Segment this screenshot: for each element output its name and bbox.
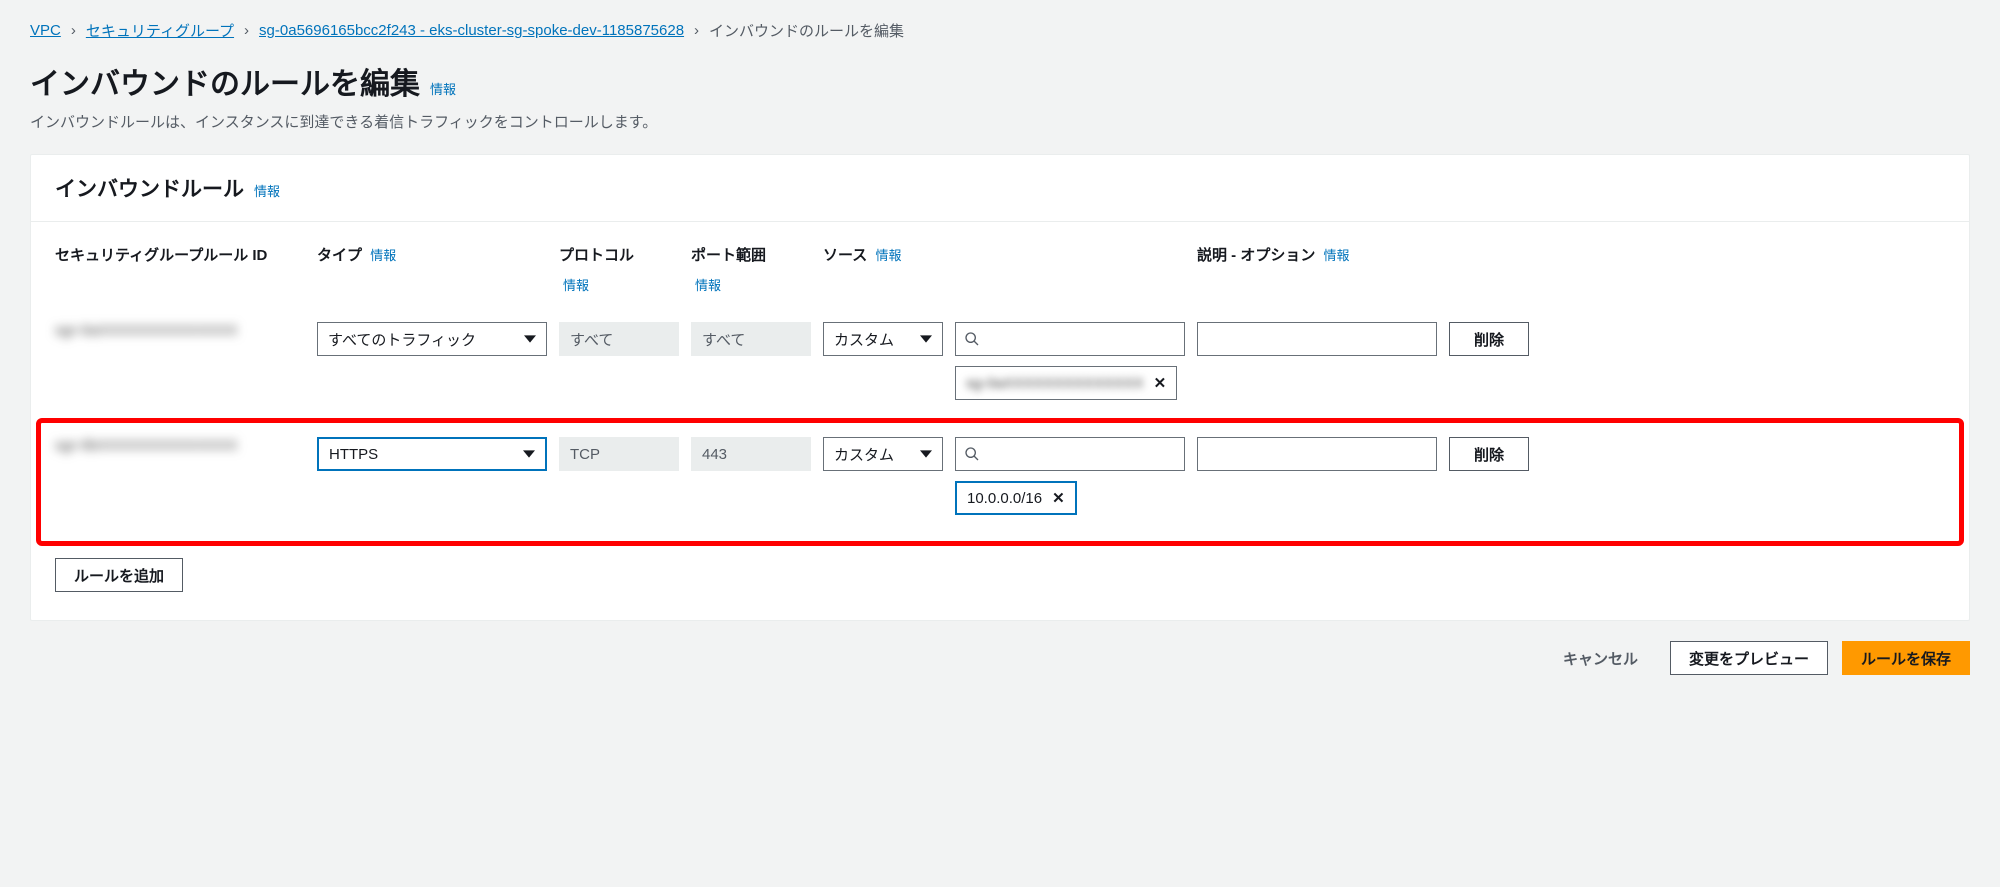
source-chip-label: 10.0.0.0/16: [967, 490, 1042, 507]
page-title: インバウンドのルールを編集: [30, 59, 420, 103]
type-select[interactable]: HTTPS: [317, 437, 547, 471]
delete-rule-button[interactable]: 削除: [1449, 322, 1529, 356]
source-mode-select[interactable]: カスタム: [823, 437, 943, 471]
description-input[interactable]: [1197, 437, 1437, 471]
port-range-readonly: 443: [691, 437, 811, 471]
source-mode-value: カスタム: [834, 444, 894, 465]
col-type: タイプ 情報: [317, 244, 547, 265]
source-mode-value: カスタム: [834, 329, 894, 350]
source-cell: sg-0aXXXXXXXXXXXXXX ✕: [955, 322, 1185, 400]
chevron-right-icon: ›: [244, 22, 249, 39]
type-select[interactable]: すべてのトラフィック: [317, 322, 547, 356]
col-source: ソース 情報: [823, 244, 943, 265]
caret-down-icon: [920, 333, 932, 345]
search-icon: [964, 331, 980, 347]
save-rules-button[interactable]: ルールを保存: [1842, 641, 1970, 675]
page-title-info-link[interactable]: 情報: [430, 79, 456, 98]
col-description-info[interactable]: 情報: [1324, 248, 1350, 263]
col-protocol-info[interactable]: 情報: [563, 275, 679, 294]
delete-rule-button[interactable]: 削除: [1449, 437, 1529, 471]
source-cell: 10.0.0.0/16 ✕: [955, 437, 1185, 515]
caret-down-icon: [920, 448, 932, 460]
description-input[interactable]: [1197, 322, 1437, 356]
panel-title: インバウンドルール: [55, 173, 244, 203]
page-description: インバウンドルールは、インスタンスに到達できる着信トラフィックをコントロールしま…: [30, 111, 1970, 132]
protocol-readonly: TCP: [559, 437, 679, 471]
source-chip[interactable]: sg-0aXXXXXXXXXXXXXX ✕: [955, 366, 1177, 400]
col-protocol: プロトコル 情報: [559, 244, 679, 294]
source-search-input[interactable]: [955, 437, 1185, 471]
col-rule-id: セキュリティグループルール ID: [55, 244, 305, 265]
chevron-right-icon: ›: [694, 22, 699, 39]
preview-changes-button[interactable]: 変更をプレビュー: [1670, 641, 1828, 675]
breadcrumb-current: インバウンドのルールを編集: [709, 20, 904, 41]
chevron-right-icon: ›: [71, 22, 76, 39]
col-type-info[interactable]: 情報: [370, 248, 396, 263]
type-select-value: すべてのトラフィック: [328, 329, 476, 350]
search-icon: [964, 446, 980, 462]
col-port-range-info[interactable]: 情報: [695, 275, 811, 294]
remove-chip-icon[interactable]: ✕: [1052, 489, 1065, 507]
protocol-readonly: すべて: [559, 322, 679, 356]
rule-row: sgr-0aXXXXXXXXXXXXXX すべてのトラフィック すべて すべて …: [55, 322, 1945, 400]
col-source-info[interactable]: 情報: [875, 248, 901, 263]
source-search-input[interactable]: [955, 322, 1185, 356]
rule-id-obscured: sgr-0bXXXXXXXXXXXXXX: [55, 437, 305, 454]
panel-info-link[interactable]: 情報: [254, 181, 280, 200]
source-mode-select[interactable]: カスタム: [823, 322, 943, 356]
caret-down-icon: [523, 448, 535, 460]
rules-column-headers: セキュリティグループルール ID タイプ 情報 プロトコル 情報 ポート範囲 情…: [55, 244, 1945, 294]
port-range-readonly: すべて: [691, 322, 811, 356]
col-port-range: ポート範囲 情報: [691, 244, 811, 294]
remove-chip-icon[interactable]: ✕: [1154, 374, 1167, 392]
source-chip[interactable]: 10.0.0.0/16 ✕: [955, 481, 1077, 515]
breadcrumb-sg-id[interactable]: sg-0a5696165bcc2f243 - eks-cluster-sg-sp…: [259, 22, 684, 39]
type-select-value: HTTPS: [329, 446, 378, 463]
breadcrumb-security-groups[interactable]: セキュリティグループ: [86, 20, 234, 41]
inbound-rules-panel: インバウンドルール 情報 セキュリティグループルール ID タイプ 情報 プロト…: [30, 154, 1970, 621]
add-rule-button[interactable]: ルールを追加: [55, 558, 183, 592]
breadcrumb: VPC › セキュリティグループ › sg-0a5696165bcc2f243 …: [30, 20, 1970, 41]
breadcrumb-vpc[interactable]: VPC: [30, 22, 61, 39]
rule-id-obscured: sgr-0aXXXXXXXXXXXXXX: [55, 322, 305, 339]
source-chip-label-obscured: sg-0aXXXXXXXXXXXXXX: [966, 375, 1144, 392]
page-footer-actions: キャンセル 変更をプレビュー ルールを保存: [30, 621, 1970, 675]
cancel-button[interactable]: キャンセル: [1545, 641, 1656, 675]
highlighted-rule: sgr-0bXXXXXXXXXXXXXX HTTPS TCP 443 カスタム: [36, 418, 1964, 546]
col-description: 説明 - オプション 情報: [1197, 244, 1437, 265]
rule-row: sgr-0bXXXXXXXXXXXXXX HTTPS TCP 443 カスタム: [55, 437, 1945, 515]
caret-down-icon: [524, 333, 536, 345]
